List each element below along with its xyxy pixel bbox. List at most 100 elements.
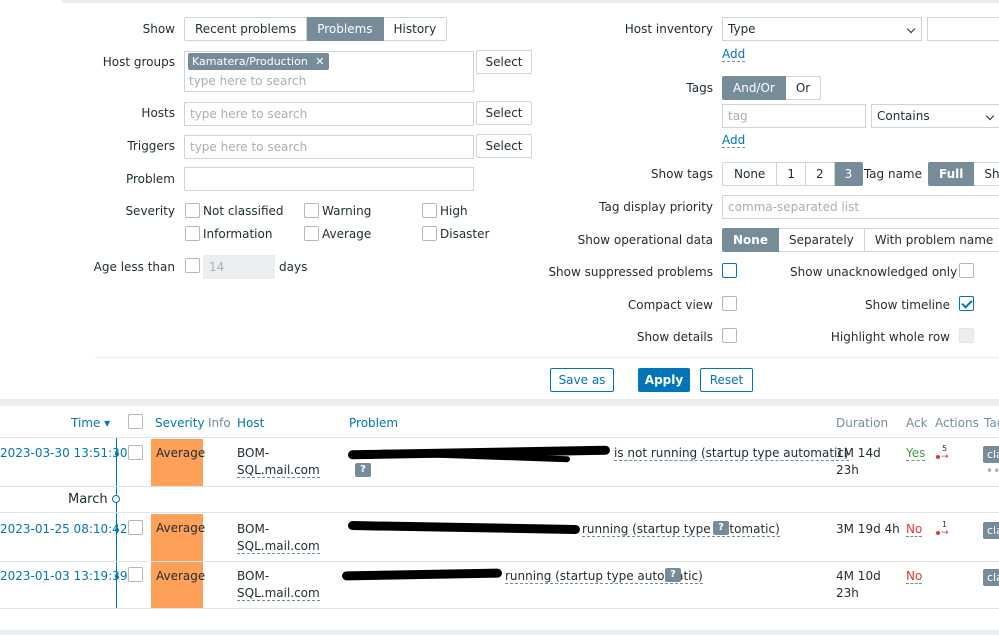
col-problem-header[interactable]: Problem [349, 416, 398, 430]
tags-and-or[interactable]: And/Or [722, 76, 786, 100]
row1-problem-link[interactable]: is not running (startup type automatic) [614, 446, 849, 461]
row1-duration-line1: 1M 14d [836, 446, 881, 460]
row3-host-line1[interactable]: BOM- [237, 569, 269, 583]
show-details-checkbox[interactable] [722, 328, 737, 343]
hosts-select-button[interactable]: Select [476, 101, 532, 125]
age-input[interactable]: 14 [203, 255, 275, 279]
compact-view-checkbox[interactable] [722, 296, 737, 311]
row1-checkbox[interactable] [128, 445, 143, 460]
save-as-button[interactable]: Save as [550, 368, 614, 392]
show-toggle: Recent problems Problems History [184, 17, 448, 41]
severity-disaster-checkbox[interactable] [422, 226, 437, 241]
host-group-chip-label: Kamatera/Production [192, 55, 308, 68]
row2-ack-link[interactable]: No [906, 522, 923, 537]
row2-actions-icon[interactable]: 1 → [936, 520, 956, 540]
col-duration-header: Duration [836, 416, 889, 430]
operational-data-none[interactable]: None [722, 228, 779, 252]
host-group-chip: Kamatera/Production ✕ [188, 53, 329, 70]
show-recent-problems[interactable]: Recent problems [184, 17, 308, 41]
show-operational-data-label: Show operational data [577, 233, 713, 247]
show-suppressed-checkbox[interactable] [722, 263, 737, 278]
col-severity-header[interactable]: Severity [155, 416, 205, 430]
severity-not-classified-checkbox[interactable] [185, 203, 200, 218]
tag-name-full[interactable]: Full [928, 162, 975, 186]
row3-ack-link[interactable]: No [906, 569, 923, 584]
host-groups-label: Host groups [102, 55, 175, 69]
row-divider [0, 608, 999, 609]
remove-chip-icon[interactable]: ✕ [315, 55, 324, 68]
row1-host-line2[interactable]: SQL.mail.com [237, 463, 320, 478]
row2-help-icon[interactable]: ? [713, 521, 729, 535]
show-tags-2[interactable]: 2 [805, 162, 835, 186]
select-all-checkbox[interactable] [128, 414, 143, 429]
tag-name-input[interactable]: tag [722, 104, 866, 128]
severity-high-checkbox[interactable] [422, 203, 437, 218]
highlight-row-checkbox[interactable] [959, 328, 974, 343]
severity-average-checkbox[interactable] [304, 226, 319, 241]
row1-tag-chip[interactable]: cla [983, 446, 999, 463]
severity-information-label: Information [203, 227, 273, 241]
header-divider [0, 437, 999, 438]
compact-view-label: Compact view [627, 298, 713, 312]
triggers-label: Triggers [127, 139, 175, 153]
row3-tag-chip[interactable]: cla [983, 569, 999, 586]
severity-warning-checkbox[interactable] [304, 203, 319, 218]
row3-host-line2[interactable]: SQL.mail.com [237, 586, 320, 601]
triggers-select-button[interactable]: Select [476, 134, 532, 158]
row2-problem-link[interactable]: running (startup type automatic) [582, 522, 780, 537]
host-groups-select-button[interactable]: Select [476, 50, 532, 74]
operational-data-with-name[interactable]: With problem name [864, 228, 999, 252]
row1-time-link[interactable]: 2023-03-30 13:51:30 [0, 446, 127, 460]
show-tags-none[interactable]: None [722, 162, 778, 186]
show-tags-label: Show tags [650, 167, 713, 181]
host-inventory-label: Host inventory [624, 22, 713, 36]
severity-average-label: Average [322, 227, 372, 241]
col-host-header[interactable]: Host [237, 416, 264, 430]
show-history[interactable]: History [383, 17, 448, 41]
show-label: Show [142, 22, 175, 36]
operational-data-separately[interactable]: Separately [778, 228, 865, 252]
triggers-input[interactable]: type here to search [184, 135, 474, 159]
tag-operator-select[interactable]: Contains [871, 104, 999, 128]
age-checkbox[interactable] [185, 258, 200, 273]
severity-information-checkbox[interactable] [185, 226, 200, 241]
host-groups-search[interactable]: type here to search [189, 74, 306, 88]
row2-checkbox[interactable] [128, 520, 143, 535]
hosts-input[interactable]: type here to search [184, 102, 474, 126]
row1-ack-link[interactable]: Yes [906, 446, 926, 461]
show-tags-3[interactable]: 3 [834, 162, 864, 186]
row3-checkbox[interactable] [128, 567, 143, 582]
redaction-scribble [347, 520, 581, 535]
row1-actions-icon[interactable]: 5 → [936, 444, 956, 464]
problem-input[interactable] [184, 167, 474, 191]
tag-name-short[interactable]: Sho [974, 162, 999, 186]
row3-help-icon[interactable]: ? [665, 568, 681, 582]
host-inventory-select[interactable]: Type [722, 17, 922, 41]
row2-host-line2[interactable]: SQL.mail.com [237, 539, 320, 554]
row2-host-line1[interactable]: BOM- [237, 522, 269, 536]
row2-tag-chip[interactable]: cla [983, 522, 999, 539]
tag-name-label: Tag name [863, 167, 922, 181]
severity-warning-label: Warning [322, 204, 372, 218]
row2-time-link[interactable]: 2023-01-25 08:10:42 [0, 522, 127, 536]
show-tags-1[interactable]: 1 [777, 162, 806, 186]
row1-host-line1[interactable]: BOM- [237, 446, 269, 460]
timeline-dot [115, 528, 119, 532]
apply-button[interactable]: Apply [638, 368, 690, 392]
show-problems[interactable]: Problems [307, 17, 384, 41]
reset-button[interactable]: Reset [700, 368, 753, 392]
footer-strip [0, 630, 999, 635]
tags-add-link[interactable]: Add [722, 133, 746, 148]
host-inventory-add-link[interactable]: Add [722, 47, 746, 62]
col-time-header[interactable]: Time ▾ [71, 416, 110, 430]
more-tags-icon[interactable]: ••• [986, 464, 999, 478]
host-inventory-value[interactable] [927, 17, 999, 41]
row3-time-link[interactable]: 2023-01-03 13:19:39 [0, 569, 127, 583]
show-unacknowledged-checkbox[interactable] [959, 263, 974, 278]
filter-divider [95, 357, 999, 358]
tag-display-priority-input[interactable]: comma-separated list [722, 195, 999, 219]
show-timeline-checkbox[interactable] [959, 296, 974, 311]
tags-or[interactable]: Or [785, 76, 822, 100]
row1-help-icon[interactable]: ? [355, 463, 371, 477]
age-label: Age less than [93, 260, 175, 274]
